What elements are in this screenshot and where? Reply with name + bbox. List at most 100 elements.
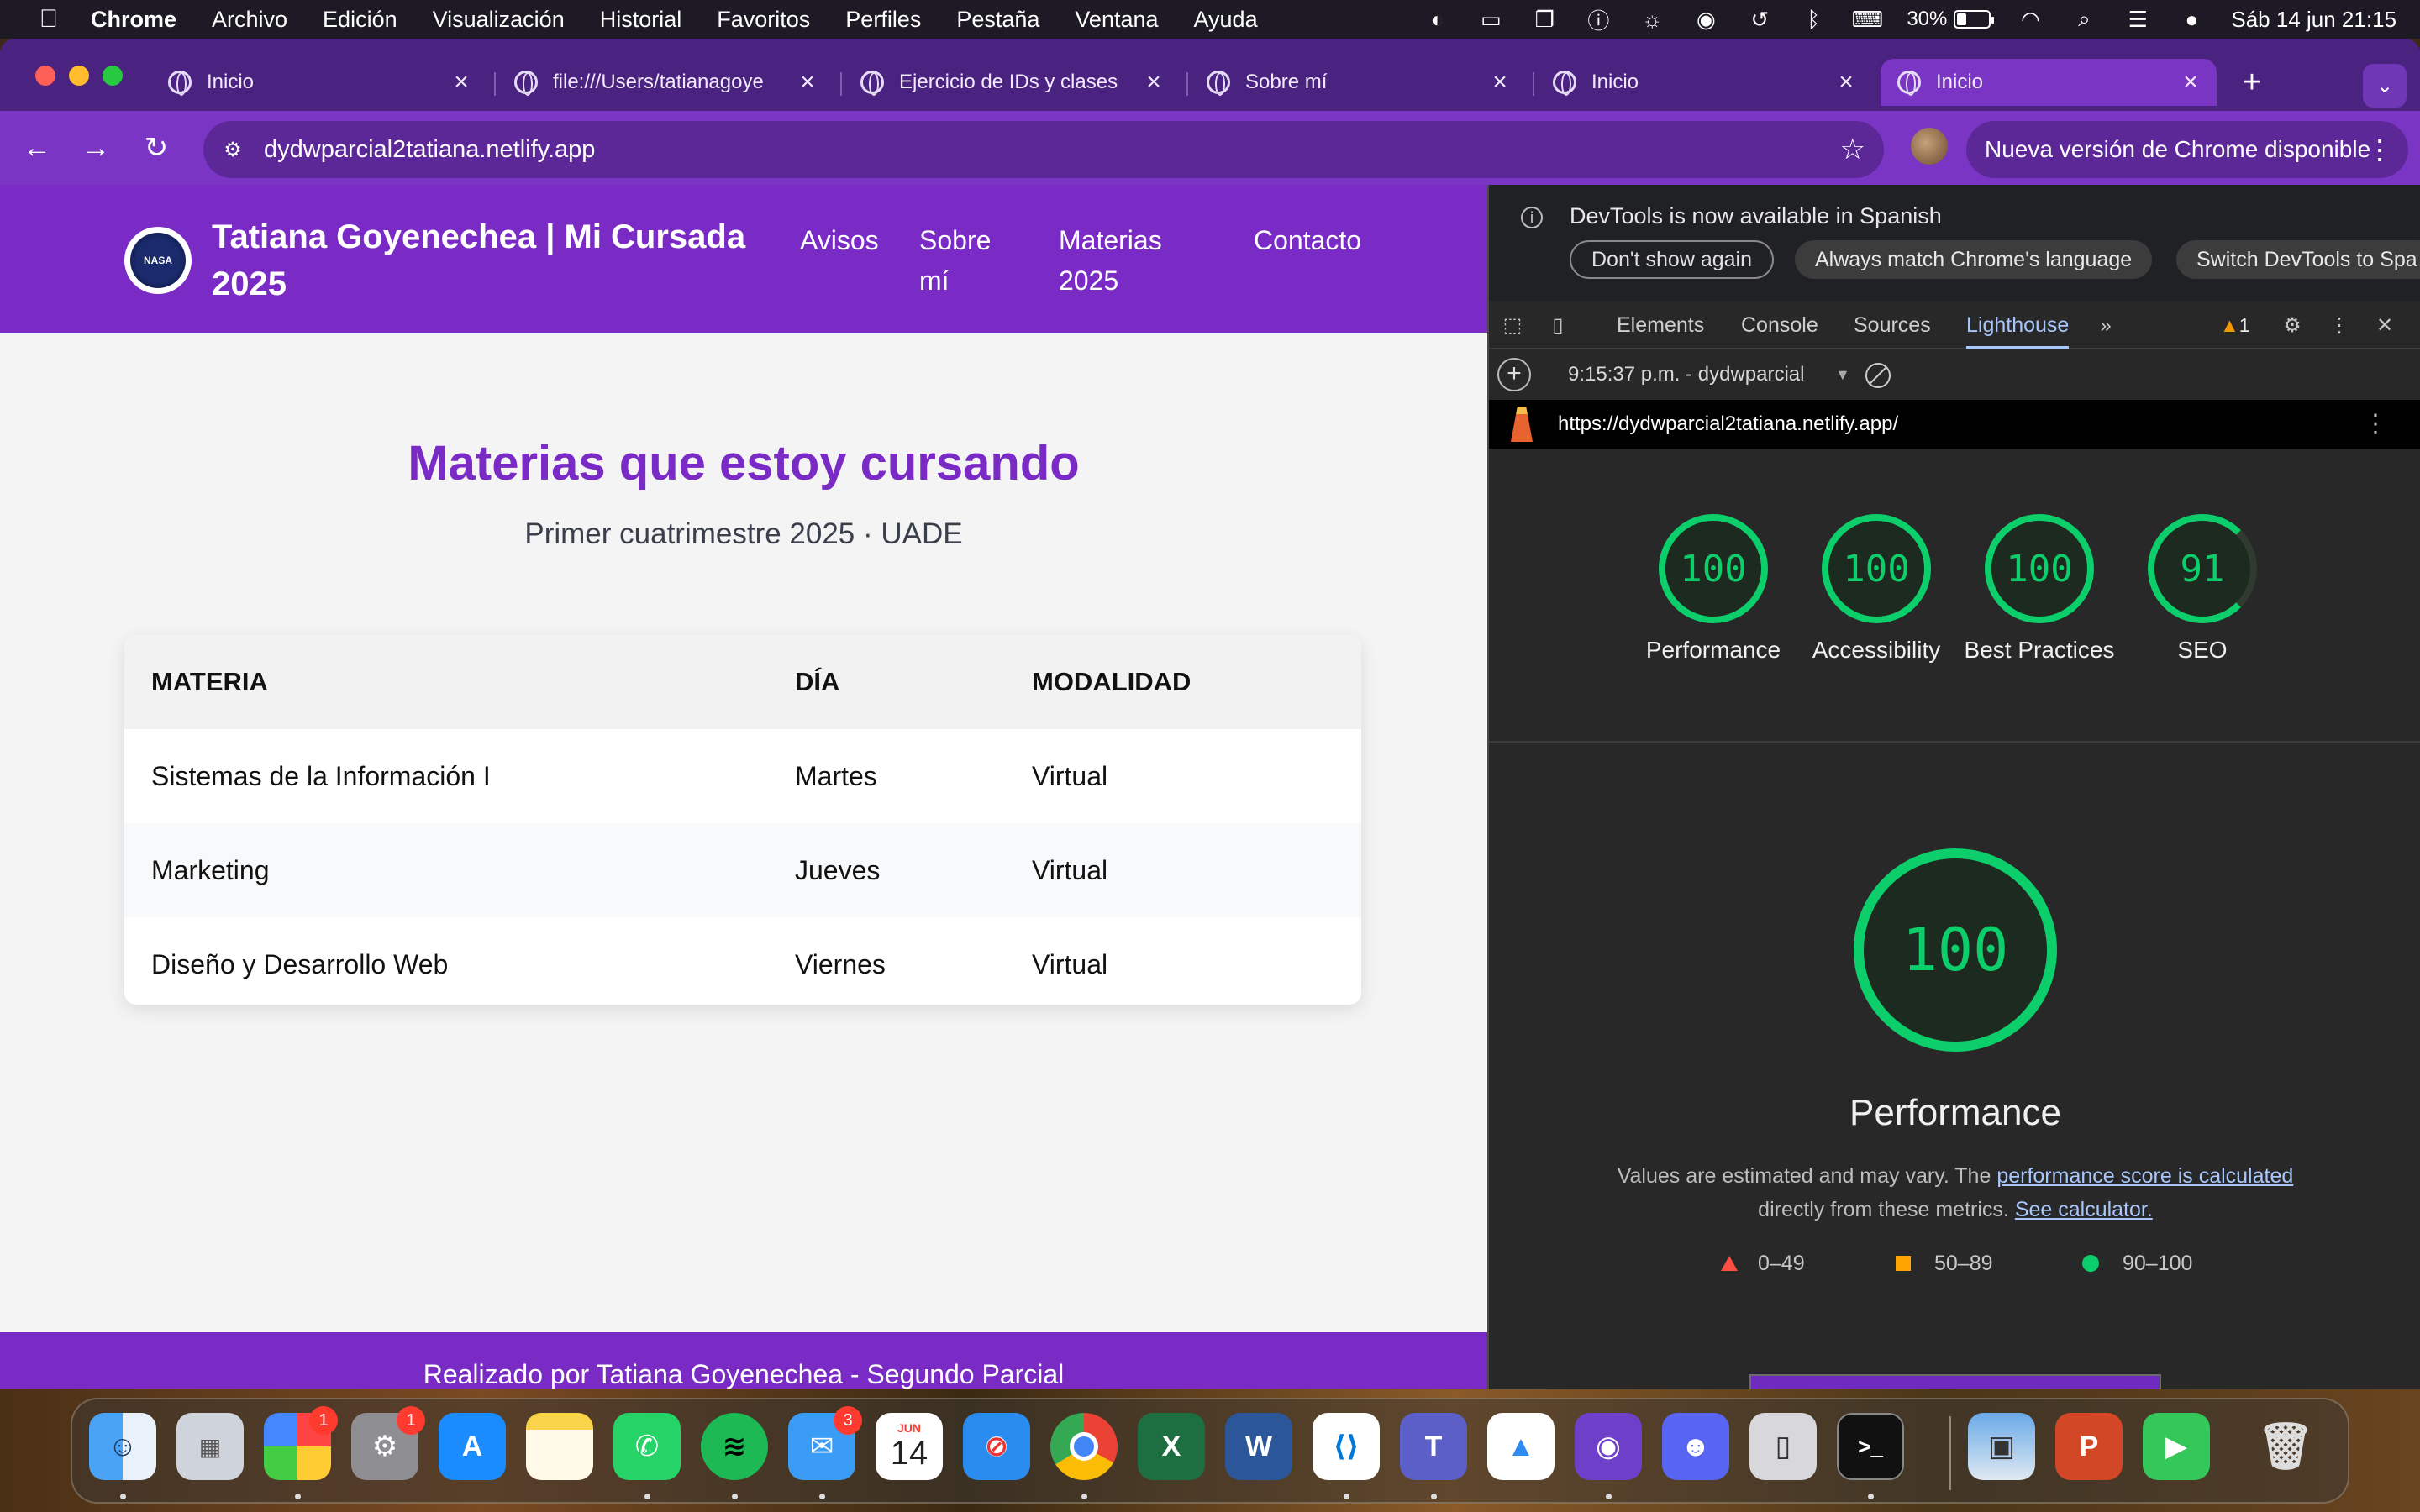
vscode-icon[interactable]: ⟨⟩	[1313, 1413, 1380, 1480]
tab-close-icon[interactable]: ×	[1833, 68, 1859, 97]
new-tab-button[interactable]: +	[2231, 59, 2273, 106]
tab-close-icon[interactable]: ×	[1487, 68, 1512, 97]
spotify-icon[interactable]: ≋	[701, 1413, 768, 1480]
nav-sobre-mi[interactable]: Sobre mí	[919, 220, 1012, 301]
settings-icon[interactable]: ⚙ 1	[351, 1406, 425, 1480]
menu-visualizacion[interactable]: Visualización	[433, 7, 565, 33]
address-bar[interactable]: ⚙ dydwparcial2tatiana.netlify.app ☆	[203, 121, 1884, 178]
discord-icon[interactable]: ☻	[1662, 1413, 1729, 1480]
dont-show-again-button[interactable]: Don't show again	[1570, 240, 1775, 279]
tab-close-icon[interactable]: ×	[449, 68, 474, 97]
minimize-window-button[interactable]	[69, 66, 89, 86]
wifi-icon[interactable]: ◠	[2016, 7, 2044, 32]
terminal-icon[interactable]: >_	[1837, 1413, 1904, 1480]
facetime-icon[interactable]: ▶	[2143, 1413, 2210, 1480]
menu-ventana[interactable]: Ventana	[1075, 7, 1158, 33]
accessibility-icon[interactable]: ⓘ	[1584, 7, 1612, 34]
finder-icon[interactable]: ☺	[89, 1413, 156, 1480]
tab-console[interactable]: Console	[1741, 301, 1818, 349]
launchpad-icon[interactable]: ▦	[176, 1413, 244, 1480]
tab-close-icon[interactable]: ×	[795, 68, 820, 97]
calendar-icon[interactable]: JUN 14	[876, 1413, 943, 1480]
tab-inicio-1[interactable]: Inicio ×	[151, 59, 487, 106]
tab-inicio-active[interactable]: Inicio ×	[1881, 59, 2217, 106]
trash-icon[interactable]: 🗑	[2252, 1413, 2319, 1480]
menu-historial[interactable]: Historial	[600, 7, 682, 33]
nav-contacto[interactable]: Contacto	[1254, 220, 1361, 260]
score-calculated-link[interactable]: performance score is calculated	[1996, 1164, 2293, 1188]
menu-app-name[interactable]: Chrome	[91, 7, 176, 33]
mail-icon[interactable]: ✉ 3	[788, 1406, 862, 1480]
appstore-icon[interactable]: A	[439, 1413, 506, 1480]
tab-lighthouse[interactable]: Lighthouse	[1966, 301, 2070, 349]
back-button[interactable]: ←	[18, 129, 55, 166]
chrome-update-button[interactable]: Nueva versión de Chrome disponible ⋮	[1966, 121, 2408, 178]
reload-button[interactable]: ↻	[138, 129, 175, 166]
photos-icon[interactable]: 1	[264, 1406, 338, 1480]
teams-icon[interactable]: T	[1400, 1413, 1467, 1480]
menubar-clock[interactable]: Sáb 14 jun 21:15	[2231, 7, 2396, 33]
new-report-icon[interactable]: +	[1497, 358, 1531, 391]
preview-icon[interactable]: ▣	[1968, 1413, 2035, 1480]
tab-sources[interactable]: Sources	[1854, 301, 1931, 349]
powerpoint-icon[interactable]: P	[2055, 1413, 2123, 1480]
forward-button[interactable]: →	[77, 129, 114, 166]
apple-menu-icon[interactable]: 	[32, 5, 66, 34]
whatsapp-icon[interactable]: ✆	[613, 1413, 681, 1480]
tab-sobre-mi[interactable]: Sobre mí ×	[1190, 59, 1526, 106]
switch-devtools-language-button[interactable]: Switch DevTools to Spa	[2176, 240, 2420, 279]
tab-close-icon[interactable]: ×	[2178, 68, 2203, 97]
chrome-menu-icon[interactable]: ⋮	[2366, 134, 2393, 165]
menu-ayuda[interactable]: Ayuda	[1194, 7, 1258, 33]
tab-search-button[interactable]: ⌄	[2363, 64, 2407, 108]
bookmark-star-icon[interactable]: ☆	[1840, 133, 1865, 166]
chrome-icon[interactable]	[1050, 1413, 1118, 1480]
report-menu-icon[interactable]: ⋮	[2363, 400, 2388, 449]
always-match-language-button[interactable]: Always match Chrome's language	[1795, 240, 2153, 279]
display-icon[interactable]: ▭	[1476, 7, 1505, 32]
spotlight-icon[interactable]: ⌕	[2070, 6, 2098, 32]
user-icon[interactable]: ◉	[1691, 7, 1720, 32]
tab-file[interactable]: file:///Users/tatianagoye ×	[497, 59, 834, 106]
close-window-button[interactable]	[35, 66, 55, 86]
word-icon[interactable]: W	[1225, 1413, 1292, 1480]
report-selector[interactable]: 9:15:37 p.m. - dydwparcial	[1568, 351, 1804, 398]
control-center-icon[interactable]: ☰	[2123, 7, 2152, 32]
menu-edicion[interactable]: Edición	[323, 7, 397, 33]
issues-counter[interactable]: ▲1	[2220, 301, 2250, 349]
menu-perfiles[interactable]: Perfiles	[845, 7, 921, 33]
dropdown-caret-icon[interactable]: ▼	[1835, 351, 1850, 398]
brightness-icon[interactable]: ☼	[1638, 7, 1666, 32]
device-toolbar-icon[interactable]: ▯	[1544, 312, 1571, 339]
window-icon[interactable]: ❐	[1530, 7, 1559, 32]
clear-reports-icon[interactable]	[1865, 363, 1891, 388]
time-machine-icon[interactable]: ↺	[1745, 7, 1774, 32]
stage-manager-icon[interactable]: ◐	[1423, 7, 1451, 32]
bluetooth-icon[interactable]: ᛒ	[1799, 7, 1828, 32]
safari-icon[interactable]: ⊘	[963, 1413, 1030, 1480]
gauge-accessibility[interactable]: 100	[1822, 514, 1931, 623]
devtools-close-icon[interactable]: ✕	[2371, 312, 2398, 339]
gauge-performance[interactable]: 100	[1659, 514, 1768, 623]
devtools-more-icon[interactable]: ⋮	[2326, 312, 2353, 339]
menu-favoritos[interactable]: Favoritos	[717, 7, 810, 33]
site-settings-icon[interactable]: ⚙	[218, 135, 247, 164]
siri-icon[interactable]: ●	[2177, 7, 2206, 32]
tab-close-icon[interactable]: ×	[1141, 68, 1166, 97]
notes-icon[interactable]	[526, 1413, 593, 1480]
nav-materias[interactable]: Materias 2025	[1059, 220, 1185, 301]
iphone-icon[interactable]: ▯	[1749, 1413, 1817, 1480]
menu-archivo[interactable]: Archivo	[212, 7, 287, 33]
nav-avisos[interactable]: Avisos	[800, 220, 879, 260]
menu-pestana[interactable]: Pestaña	[956, 7, 1039, 33]
address-url[interactable]: dydwparcial2tatiana.netlify.app	[264, 136, 595, 164]
tab-ejercicio[interactable]: Ejercicio de IDs y clases ×	[844, 59, 1180, 106]
keynote-icon[interactable]: ▲	[1487, 1413, 1555, 1480]
zoom-window-button[interactable]	[103, 66, 123, 86]
github-icon[interactable]: ◉	[1575, 1413, 1642, 1480]
more-tabs-icon[interactable]: »	[2092, 312, 2119, 339]
gauge-best-practices[interactable]: 100	[1985, 514, 2094, 623]
gauge-seo[interactable]: 91	[2148, 514, 2257, 623]
profile-avatar[interactable]	[1911, 128, 1948, 165]
battery-status[interactable]: 30%	[1907, 8, 1995, 31]
